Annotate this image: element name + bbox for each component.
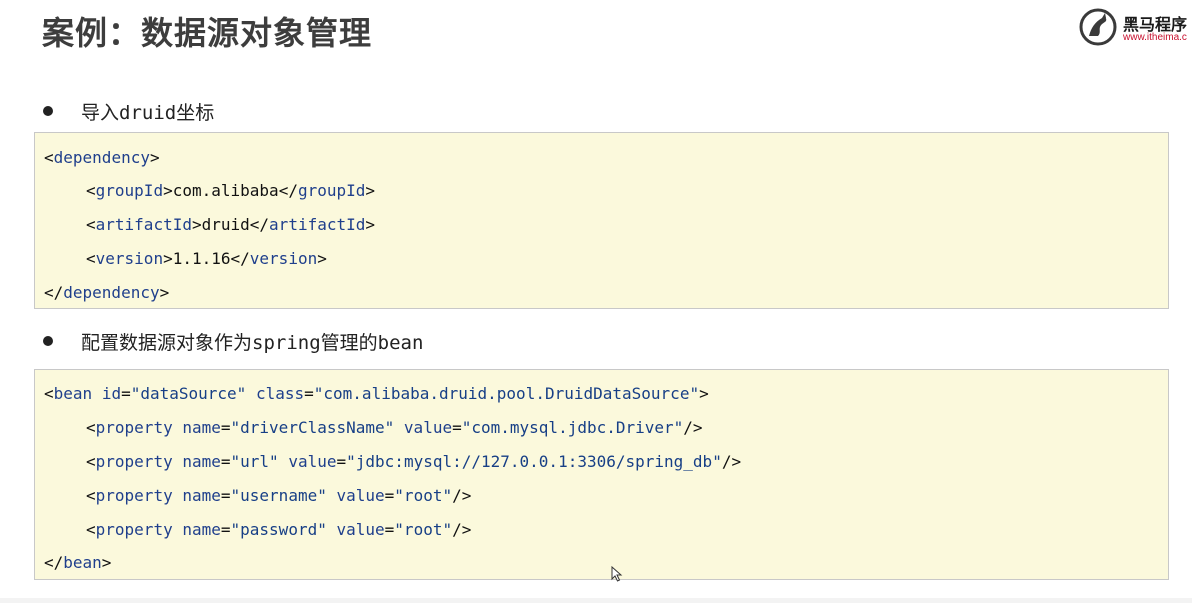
- code-attr: name: [182, 520, 221, 539]
- code-line-dependency-open: <dependency>: [44, 148, 160, 167]
- code-block-dependency: <dependency> <groupId>com.alibaba</group…: [34, 132, 1169, 309]
- code-value: "dataSource": [130, 384, 247, 403]
- code-line-dependency-close: </dependency>: [44, 283, 170, 302]
- code-attr: name: [182, 452, 221, 471]
- bullet-import-druid: 导入druid坐标: [40, 96, 214, 126]
- code-attr: value: [403, 418, 453, 437]
- code-tag: bean: [53, 384, 93, 403]
- code-text: druid: [201, 215, 250, 234]
- code-value: "root": [394, 486, 453, 505]
- code-text: 1.1.16: [172, 249, 231, 268]
- bullet-configure-bean: 配置数据源对象作为spring管理的bean: [40, 326, 423, 356]
- code-tag: dependency: [53, 148, 150, 167]
- code-tag: groupId: [95, 181, 164, 200]
- code-value: "url": [230, 452, 279, 471]
- code-attr: value: [288, 452, 337, 471]
- bullet-text: 导入druid坐标: [81, 101, 215, 124]
- code-tag: property: [95, 418, 173, 437]
- logo-url: www.itheima.c: [1123, 32, 1187, 43]
- code-value: "com.mysql.jdbc.Driver": [461, 418, 684, 437]
- code-value: "root": [394, 520, 453, 539]
- code-attr: id: [101, 384, 122, 403]
- code-value: "com.alibaba.druid.pool.DruidDataSource": [313, 384, 700, 403]
- code-line-version: <version>1.1.16</version>: [86, 249, 327, 268]
- code-tag: bean: [63, 553, 102, 572]
- slide-title: 案例：数据源对象管理: [42, 14, 373, 52]
- code-text: com.alibaba: [172, 181, 279, 200]
- code-attr: name: [182, 486, 221, 505]
- code-tag: dependency: [63, 283, 160, 302]
- code-line-property-url: <property name="url" value="jdbc:mysql:/…: [86, 452, 742, 471]
- code-line-groupid: <groupId>com.alibaba</groupId>: [86, 181, 376, 200]
- code-line-artifactid: <artifactId>druid</artifactId>: [86, 215, 376, 234]
- code-attr: class: [255, 384, 305, 403]
- code-value: "driverClassName": [230, 418, 395, 437]
- code-line-property-password: <property name="password" value="root"/>: [86, 520, 472, 539]
- bottom-strip: [0, 598, 1192, 603]
- code-attr: name: [182, 418, 221, 437]
- code-tag: artifactId: [95, 215, 192, 234]
- code-attr: value: [336, 486, 385, 505]
- horse-logo-icon: [1079, 8, 1117, 46]
- code-block-bean: <bean id="dataSource" class="com.alibaba…: [34, 369, 1169, 580]
- code-line-bean-close: </bean>: [44, 553, 112, 572]
- bullet-dot-icon: [43, 336, 53, 346]
- code-line-property-username: <property name="username" value="root"/>: [86, 486, 472, 505]
- code-value: "jdbc:mysql://127.0.0.1:3306/spring_db": [346, 452, 722, 471]
- code-tag: property: [95, 520, 173, 539]
- code-tag: groupId: [297, 181, 366, 200]
- code-line-bean-open: <bean id="dataSource" class="com.alibaba…: [44, 384, 709, 403]
- code-value: "username": [230, 486, 327, 505]
- code-attr: value: [336, 520, 385, 539]
- code-tag: version: [95, 249, 164, 268]
- code-tag: property: [95, 452, 173, 471]
- code-tag: version: [249, 249, 318, 268]
- bullet-dot-icon: [43, 106, 53, 116]
- mouse-cursor-icon: [611, 566, 623, 582]
- brand-logo: 黑马程序 www.itheima.c: [1078, 7, 1192, 47]
- code-tag: property: [95, 486, 173, 505]
- code-line-property-driver: <property name="driverClassName" value="…: [86, 418, 703, 437]
- code-tag: artifactId: [269, 215, 366, 234]
- code-value: "password": [230, 520, 327, 539]
- bullet-text: 配置数据源对象作为spring管理的bean: [81, 331, 424, 354]
